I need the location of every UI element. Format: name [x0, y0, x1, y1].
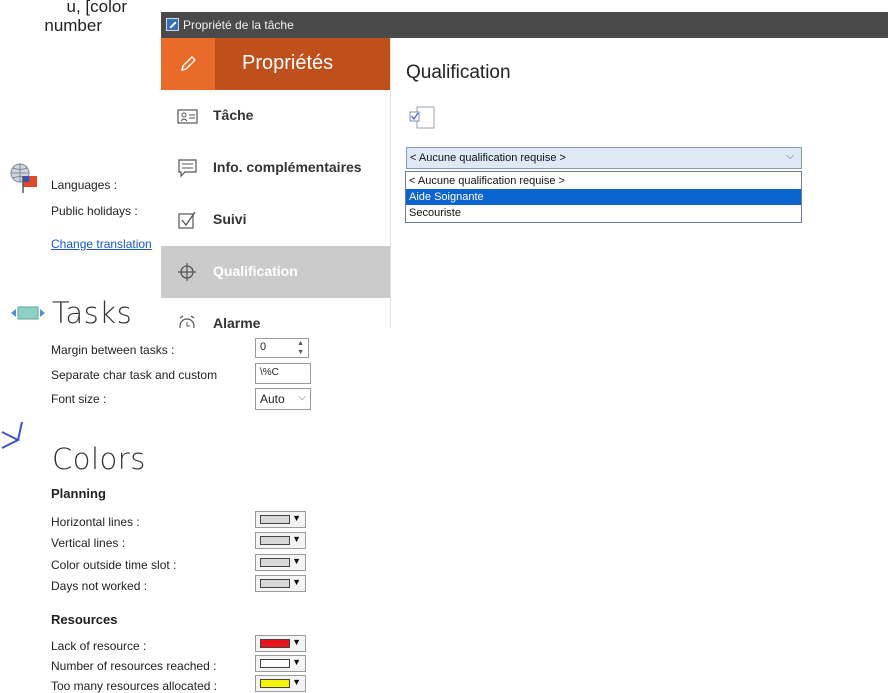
colors-section-title: Colors [52, 442, 146, 476]
dropdown-option-aide-soignante[interactable]: Aide Soignante [406, 189, 801, 205]
dropdown-arrow-icon: ▼ [292, 657, 301, 667]
checkbox-icon [177, 210, 199, 230]
resources-row-label: Too many resources allocated : [51, 679, 218, 693]
sidebar-item-label: Tâche [213, 107, 254, 123]
dialog-title: Propriété de la tâche [183, 18, 294, 32]
resources-subtitle: Resources [51, 612, 118, 627]
qualification-checklist-icon [409, 106, 439, 135]
chevron-down-icon[interactable]: ⌵ [786, 151, 794, 162]
color-picker-horizontal-lines[interactable]: ▼ [255, 511, 306, 528]
color-swatch [260, 659, 290, 668]
public-holidays-label: Public holidays : [51, 204, 138, 218]
crosshair-icon [177, 262, 199, 282]
color-picker-lack-of-resource[interactable]: ▼ [255, 635, 306, 652]
color-picker-resources-reached[interactable]: ▼ [255, 655, 306, 672]
margin-value: 0 [260, 341, 267, 353]
color-swatch [260, 515, 290, 524]
sidebar-item-label: Alarme [213, 315, 261, 328]
sidebar-header: Propriétés [161, 38, 390, 90]
font-size-label: Font size : [51, 392, 107, 406]
sidebar-item-alarme[interactable]: Alarme [161, 298, 390, 328]
color-swatch [260, 579, 290, 588]
sidebar-item-label: Qualification [213, 263, 298, 279]
color-swatch [260, 639, 290, 648]
pencil-icon [161, 38, 215, 90]
comment-icon [177, 158, 199, 178]
alarm-clock-icon [177, 314, 199, 328]
dropdown-arrow-icon: ▼ [292, 637, 301, 647]
fragment-line-2: number [44, 16, 102, 35]
sidebar-item-info-complementaires[interactable]: Info. complémentaires [161, 142, 390, 194]
qualification-dropdown-list: < Aucune qualification requise > Aide So… [405, 171, 802, 223]
qualification-combobox[interactable]: < Aucune qualification requise > ⌵ [406, 147, 802, 169]
color-picker-vertical-lines[interactable]: ▼ [255, 532, 306, 549]
resources-row-label: Number of resources reached : [51, 659, 217, 673]
color-swatch [260, 558, 290, 567]
color-picker-days-not-worked[interactable]: ▼ [255, 575, 306, 592]
main-title: Qualification [406, 62, 511, 83]
fragment-line-1: u, [color [66, 0, 127, 16]
font-size-value: Auto [260, 392, 285, 406]
dropdown-arrow-icon: ▼ [292, 513, 301, 523]
app-icon [166, 18, 179, 31]
languages-label: Languages : [51, 178, 118, 192]
sidebar-item-label: Info. complémentaires [213, 159, 362, 175]
font-size-select[interactable]: Auto ⌵ [255, 388, 311, 410]
planning-row-label: Vertical lines : [51, 536, 126, 550]
color-picker-outside-time-slot[interactable]: ▼ [255, 554, 306, 571]
sidebar-header-label: Propriétés [242, 52, 334, 74]
sidebar-item-label: Suivi [213, 211, 247, 227]
globe-flag-icon [9, 162, 41, 194]
dropdown-arrow-icon: ▼ [292, 677, 301, 687]
planning-row-label: Color outside time slot : [51, 558, 177, 572]
brush-stroke-icon [0, 418, 40, 458]
dropdown-arrow-icon: ▼ [292, 556, 301, 566]
margin-between-tasks-spinner[interactable]: 0 ▲ ▼ [255, 338, 309, 358]
chevron-down-icon: ⌵ [298, 392, 306, 403]
spinner-arrows-icon[interactable]: ▲ ▼ [297, 339, 304, 357]
dropdown-option-none[interactable]: < Aucune qualification requise > [406, 173, 801, 189]
color-picker-too-many-resources[interactable]: ▼ [255, 675, 306, 692]
separate-char-input[interactable]: \%C [255, 363, 311, 384]
sidebar-item-tache[interactable]: Tâche [161, 90, 390, 142]
color-swatch [260, 536, 290, 545]
tasks-section-title: Tasks [52, 296, 133, 330]
combobox-value: < Aucune qualification requise > [410, 152, 566, 164]
topleft-text-fragment: u, [color number [0, 0, 140, 35]
contact-card-icon [177, 106, 199, 126]
change-translation-link[interactable]: Change translation [51, 237, 152, 251]
planning-subtitle: Planning [51, 486, 106, 501]
planning-row-label: Horizontal lines : [51, 515, 140, 529]
separate-char-label: Separate char task and custom [51, 368, 218, 382]
dialog-sidebar: Propriétés Tâche Info. complémentaires S… [161, 38, 391, 328]
dropdown-option-secouriste[interactable]: Secouriste [406, 205, 801, 221]
tasks-section-icon [10, 304, 46, 322]
dropdown-arrow-icon: ▼ [292, 534, 301, 544]
sidebar-item-suivi[interactable]: Suivi [161, 194, 390, 246]
margin-between-tasks-label: Margin between tasks : [51, 343, 175, 357]
resources-row-label: Lack of resource : [51, 639, 147, 653]
dialog-title-bar[interactable]: Propriété de la tâche [161, 12, 888, 38]
color-swatch [260, 679, 290, 688]
dropdown-arrow-icon: ▼ [292, 577, 301, 587]
sidebar-item-qualification[interactable]: Qualification [161, 246, 390, 298]
planning-row-label: Days not worked : [51, 579, 148, 593]
